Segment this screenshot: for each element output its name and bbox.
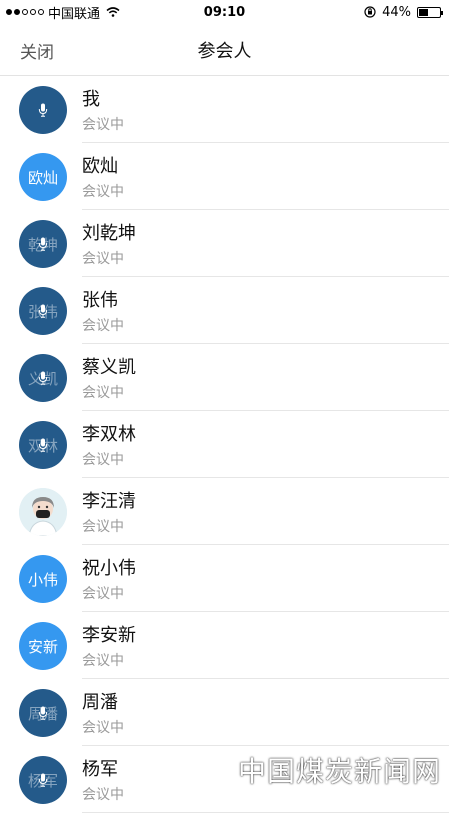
- participant-name: 刘乾坤: [82, 223, 136, 244]
- avatar: 义凯: [19, 354, 67, 402]
- participant-name: 周潘: [82, 692, 118, 713]
- participant-row[interactable]: 李汪清 会议中: [0, 478, 449, 545]
- avatar: 小伟: [19, 555, 67, 603]
- participant-name: 李安新: [82, 625, 136, 646]
- status-right: 44%: [364, 5, 449, 20]
- participant-status: 会议中: [82, 653, 124, 669]
- carrier-label: 中国联通: [48, 6, 101, 22]
- participant-status: 会议中: [82, 787, 124, 803]
- avatar: [19, 488, 67, 536]
- participant-row[interactable]: 小伟 祝小伟会议中: [0, 545, 449, 612]
- avatar: [19, 86, 67, 134]
- participant-name: 张伟: [82, 290, 118, 311]
- participant-name: 蔡义凯: [82, 357, 136, 378]
- participant-name: 我: [82, 89, 100, 110]
- avatar: 杨军: [19, 756, 67, 804]
- participant-name: 欧灿: [82, 156, 118, 177]
- avatar: 欧灿: [19, 153, 67, 201]
- avatar: 双林: [19, 421, 67, 469]
- participant-row[interactable]: 义凯蔡义凯会议中: [0, 344, 449, 411]
- participant-status: 会议中: [82, 318, 124, 334]
- avatar: 周潘: [19, 689, 67, 737]
- participant-name: 杨军: [82, 759, 118, 780]
- microphone-icon: [38, 773, 48, 787]
- microphone-icon: [38, 438, 48, 452]
- close-button[interactable]: 关闭: [20, 38, 54, 63]
- microphone-icon: [38, 103, 48, 117]
- battery-level-fill: [419, 8, 428, 16]
- microphone-icon: [38, 304, 48, 318]
- avatar-initials: 安新: [27, 637, 58, 656]
- microphone-icon: [38, 706, 48, 720]
- microphone-icon: [38, 237, 48, 251]
- participant-row[interactable]: 双林李双林会议中: [0, 411, 449, 478]
- participant-name: 祝小伟: [82, 558, 136, 579]
- avatar-initials: 小伟: [27, 570, 58, 589]
- participant-status: 会议中: [82, 519, 124, 535]
- avatar: 张伟: [19, 287, 67, 335]
- participant-row[interactable]: 周潘周潘会议中: [0, 679, 449, 746]
- signal-strength-icon: [6, 9, 44, 15]
- participant-status: 会议中: [82, 117, 124, 133]
- participant-row[interactable]: 欧灿 欧灿 会议中: [0, 143, 449, 210]
- avatar-initials: 欧灿: [27, 168, 58, 187]
- participant-row[interactable]: 我会议中: [0, 76, 449, 143]
- status-bar: 中国联通 09:10 44%: [0, 0, 449, 24]
- participant-list: 我会议中欧灿欧灿会议中乾坤刘乾坤会议中张伟张伟会议中义凯蔡义凯会议中双林李双林会…: [0, 76, 449, 813]
- participant-status: 会议中: [82, 385, 124, 401]
- microphone-icon: [38, 371, 48, 385]
- rotation-lock-icon: [364, 6, 376, 18]
- participant-status: 会议中: [82, 452, 124, 468]
- wifi-icon: [106, 7, 120, 17]
- participant-name: 李双林: [82, 424, 136, 445]
- status-left: 中国联通: [0, 3, 120, 22]
- participant-row[interactable]: 乾坤刘乾坤会议中: [0, 210, 449, 277]
- participant-status: 会议中: [82, 251, 124, 267]
- battery-icon: [417, 6, 443, 18]
- participant-status: 会议中: [82, 184, 124, 200]
- avatar: 乾坤: [19, 220, 67, 268]
- participant-row[interactable]: 张伟张伟会议中: [0, 277, 449, 344]
- watermark: 中国煤炭新闻网: [237, 755, 441, 788]
- user-photo-icon: [19, 488, 67, 536]
- battery-percent: 44%: [382, 4, 411, 20]
- nav-bar: 关闭 参会人: [0, 24, 449, 76]
- participant-row[interactable]: 安新 李安新会议中: [0, 612, 449, 679]
- page-title: 参会人: [197, 41, 252, 62]
- participant-status: 会议中: [82, 586, 124, 602]
- avatar: 安新: [19, 622, 67, 670]
- participant-status: 会议中: [82, 720, 124, 736]
- participant-name: 李汪清: [82, 491, 136, 512]
